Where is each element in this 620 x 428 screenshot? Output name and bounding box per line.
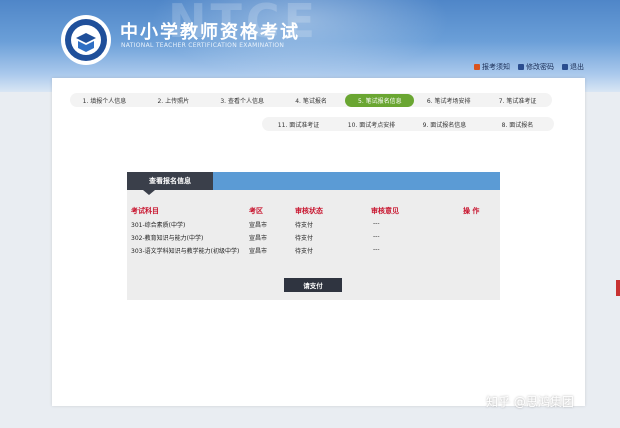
row1-region: 宣昌市 (249, 222, 268, 229)
link-change-password[interactable]: 修改密码 (518, 62, 554, 72)
step-interview-registration[interactable]: 8. 面试报名 (481, 118, 554, 131)
step-written-admission-ticket[interactable]: 7. 笔试准考证 (483, 94, 552, 107)
col-header-subject: 考试科目 (131, 207, 159, 215)
row3-comment: --- (373, 246, 380, 253)
col-header-review-comment: 审核意见 (371, 207, 399, 215)
pay-button[interactable]: 请支付 (284, 278, 342, 292)
step-written-registration[interactable]: 4. 笔试报名 (277, 94, 346, 107)
link-change-password-label: 修改密码 (526, 63, 554, 71)
key-icon (518, 64, 524, 70)
link-logout[interactable]: 退出 (562, 62, 584, 72)
link-logout-label: 退出 (570, 63, 584, 71)
step-interview-registration-info[interactable]: 9. 面试报名信息 (408, 118, 481, 131)
row2-comment: --- (373, 233, 380, 240)
site-title: 中小学教师资格考试 (120, 22, 300, 43)
registration-info-box: 查看报名信息 考试科目 考区 审核状态 审核意见 操 作 301-综合素质(中学… (127, 172, 500, 300)
side-edge-mark (616, 280, 620, 296)
steps-row-written: 1. 填报个人信息 2. 上传照片 3. 查看个人信息 4. 笔试报名 5. 笔… (70, 93, 552, 107)
col-header-action: 操 作 (463, 207, 480, 215)
info-tab-title: 查看报名信息 (127, 172, 213, 190)
step-interview-venue[interactable]: 10. 面试考点安排 (335, 118, 408, 131)
row1-subject: 301-综合素质(中学) (131, 222, 186, 229)
site-subtitle: NATIONAL TEACHER CERTIFICATION EXAMINATI… (121, 42, 285, 49)
step-interview-admission-ticket[interactable]: 11. 面试准考证 (262, 118, 335, 131)
row1-comment: --- (373, 220, 380, 227)
row3-subject: 303-语文学科知识与教学能力(初级中学) (131, 248, 240, 255)
col-header-region: 考区 (249, 207, 263, 215)
link-exam-notice[interactable]: 报考须知 (474, 62, 510, 72)
row3-status: 待支付 (295, 248, 314, 255)
row2-subject: 302-教育知识与能力(中学) (131, 235, 204, 242)
step-fill-personal-info[interactable]: 1. 填报个人信息 (70, 94, 139, 107)
row3-region: 宣昌市 (249, 248, 268, 255)
col-header-review-status: 审核状态 (295, 207, 323, 215)
zhihu-watermark: 知乎 @思鸿集团 (486, 395, 574, 409)
info-icon (474, 64, 480, 70)
step-written-registration-info[interactable]: 5. 笔试报名信息 (345, 93, 415, 107)
step-view-personal-info[interactable]: 3. 查看个人信息 (208, 94, 277, 107)
row2-status: 待支付 (295, 235, 314, 242)
logout-icon (562, 64, 568, 70)
info-tab-pointer (143, 190, 155, 195)
row2-region: 宣昌市 (249, 235, 268, 242)
step-written-venue[interactable]: 6. 笔试考场安排 (414, 94, 483, 107)
ntce-logo-icon (61, 15, 111, 65)
row1-status: 待支付 (295, 222, 314, 229)
main-panel: 1. 填报个人信息 2. 上传照片 3. 查看个人信息 4. 笔试报名 5. 笔… (52, 78, 585, 406)
steps-row-interview: 11. 面试准考证 10. 面试考点安排 9. 面试报名信息 8. 面试报名 (262, 117, 554, 131)
link-exam-notice-label: 报考须知 (482, 63, 510, 71)
step-upload-photo[interactable]: 2. 上传照片 (139, 94, 208, 107)
top-links: 报考须知 修改密码 退出 (474, 62, 584, 72)
